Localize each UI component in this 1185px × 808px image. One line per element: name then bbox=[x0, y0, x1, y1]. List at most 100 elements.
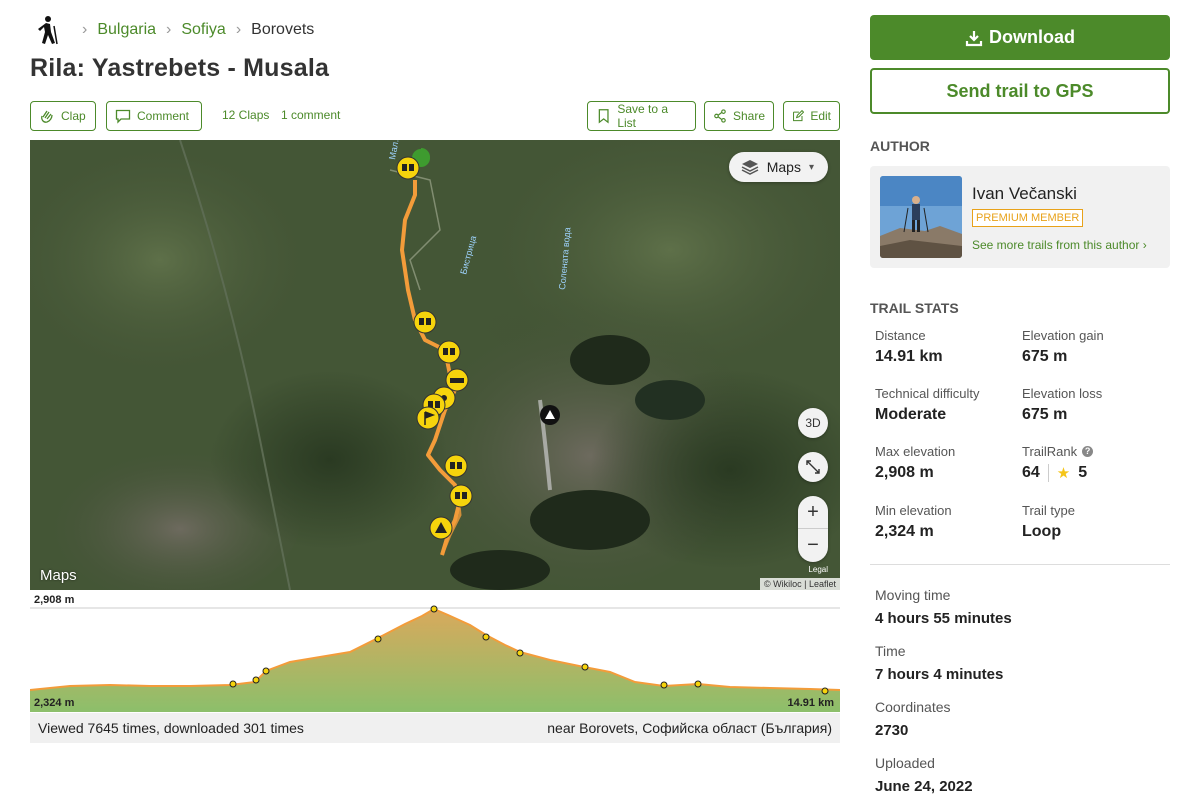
stat-value: 2730 bbox=[875, 722, 909, 739]
divider bbox=[870, 564, 1170, 565]
waypoint-binoculars-icon[interactable] bbox=[396, 156, 420, 180]
comment-label: Comment bbox=[137, 109, 190, 123]
stat-moving-time: Moving time 4 hours 55 minutes bbox=[875, 587, 1012, 627]
apple-maps-logo: Maps bbox=[40, 567, 77, 584]
chevron-right-icon: › bbox=[82, 21, 88, 38]
download-button[interactable]: Download bbox=[870, 15, 1170, 60]
trail-stats-heading: TRAIL STATS bbox=[870, 300, 959, 316]
breadcrumb-bulgaria[interactable]: Bulgaria bbox=[97, 21, 156, 39]
author-photo bbox=[880, 176, 962, 258]
trail-page: › Bulgaria › Sofiya › Borovets Rila: Yas… bbox=[0, 0, 1185, 808]
chevron-right-icon: › bbox=[166, 21, 172, 38]
stat-value: 2,908 m bbox=[875, 464, 934, 481]
3d-toggle-button[interactable]: 3D bbox=[798, 408, 828, 438]
stat-value: 4 hours 55 minutes bbox=[875, 610, 1012, 627]
layers-icon bbox=[741, 160, 759, 175]
help-icon[interactable]: ? bbox=[1082, 446, 1094, 457]
waypoint-flag-icon[interactable] bbox=[416, 406, 440, 430]
map-attribution[interactable]: © Wikiloc | Leaflet bbox=[760, 578, 840, 590]
stat-min-elevation: Min elevation 2,324 m bbox=[875, 503, 952, 541]
send-to-gps-button[interactable]: Send trail to GPS bbox=[870, 68, 1170, 114]
stat-elevation-loss: Elevation loss 675 m bbox=[1022, 386, 1102, 424]
elevation-waypoint bbox=[516, 649, 524, 657]
stat-value: 675 m bbox=[1022, 348, 1068, 365]
elevation-waypoint bbox=[660, 681, 668, 689]
elevation-waypoint bbox=[694, 680, 702, 688]
stat-label: Technical difficulty bbox=[875, 386, 980, 401]
author-card: Ivan Večanski PREMIUM MEMBER See more tr… bbox=[870, 166, 1170, 268]
comment-icon bbox=[115, 109, 131, 124]
hiker-icon bbox=[38, 16, 58, 45]
waypoint-lodge-icon[interactable] bbox=[445, 368, 469, 392]
legal-link[interactable]: Legal bbox=[808, 565, 828, 574]
trailrank-number: 64 bbox=[1022, 464, 1040, 481]
waypoint-binoculars-icon[interactable] bbox=[444, 454, 468, 478]
author-trails-link[interactable]: See more trails from this author › bbox=[972, 238, 1147, 252]
peak-marker-icon[interactable] bbox=[540, 405, 560, 425]
elevation-waypoint bbox=[229, 680, 237, 688]
apple-maps-label: Maps bbox=[40, 567, 77, 584]
share-label: Share bbox=[732, 109, 765, 123]
elevation-waypoint bbox=[821, 687, 829, 695]
trail-meta-bar: Viewed 7645 times, downloaded 301 times … bbox=[30, 713, 840, 743]
waypoint-binoculars-icon[interactable] bbox=[449, 484, 473, 508]
zoom-control: + − bbox=[798, 496, 828, 562]
zoom-in-button[interactable]: + bbox=[798, 496, 828, 529]
share-button[interactable]: Share bbox=[704, 101, 774, 131]
stat-label: Moving time bbox=[875, 587, 951, 603]
elevation-profile[interactable]: 2,908 m 2,324 m 14.91 km bbox=[30, 590, 840, 712]
chevron-down-icon: ▾ bbox=[808, 161, 814, 173]
stat-label: Uploaded bbox=[875, 755, 935, 771]
stat-distance: Distance 14.91 km bbox=[875, 328, 943, 366]
waypoint-binoculars-icon[interactable] bbox=[437, 340, 461, 364]
trail-map[interactable]: Мал... Бистрица Солената вода Maps ▾ 3D … bbox=[30, 140, 840, 590]
trailrank-value: 64 ★ 5 bbox=[1022, 464, 1093, 482]
clap-button[interactable]: Clap bbox=[30, 101, 96, 131]
satellite-terrain: Мал... Бистрица Солената вода bbox=[30, 140, 840, 590]
page-title: Rila: Yastrebets - Musala bbox=[30, 54, 330, 82]
expand-icon bbox=[806, 460, 820, 474]
avatar[interactable] bbox=[880, 176, 962, 258]
divider bbox=[1047, 464, 1049, 482]
breadcrumb: › Bulgaria › Sofiya › Borovets bbox=[34, 14, 314, 46]
fullscreen-button[interactable] bbox=[798, 452, 828, 482]
views-text: Viewed 7645 times, downloaded 301 times bbox=[38, 720, 304, 736]
star-icon: ★ bbox=[1056, 465, 1071, 482]
premium-badge: PREMIUM MEMBER bbox=[972, 209, 1084, 227]
stat-coordinates: Coordinates 2730 bbox=[875, 699, 951, 739]
bookmark-icon bbox=[598, 109, 609, 124]
rating-value: 5 bbox=[1078, 464, 1088, 481]
stat-trail-type: Trail type Loop bbox=[1022, 503, 1075, 541]
author-name[interactable]: Ivan Večanski bbox=[972, 184, 1077, 204]
edit-button[interactable]: Edit bbox=[783, 101, 840, 131]
breadcrumb-sofiya[interactable]: Sofiya bbox=[181, 21, 225, 39]
trailrank-label: TrailRank bbox=[1022, 444, 1078, 459]
stat-time: Time 7 hours 4 minutes bbox=[875, 643, 1003, 683]
elevation-chart bbox=[30, 605, 840, 712]
comments-count-link[interactable]: 1 comment bbox=[281, 108, 340, 122]
stat-label: Trail type bbox=[1022, 503, 1075, 518]
zoom-out-button[interactable]: − bbox=[798, 529, 828, 562]
stat-label: Elevation loss bbox=[1022, 386, 1103, 401]
stat-value: 14.91 km bbox=[875, 348, 943, 365]
clap-label: Clap bbox=[61, 109, 86, 123]
near-location-text: near Borovets, Софийска област (България… bbox=[547, 720, 832, 736]
waypoint-binoculars-icon[interactable] bbox=[413, 310, 437, 334]
stat-difficulty: Technical difficulty Moderate bbox=[875, 386, 980, 424]
claps-count-link[interactable]: 12 Claps bbox=[222, 108, 269, 122]
elevation-waypoint bbox=[482, 633, 490, 641]
elevation-waypoint bbox=[262, 667, 270, 675]
comment-button[interactable]: Comment bbox=[106, 101, 202, 131]
elevation-max-label: 2,908 m bbox=[34, 594, 75, 606]
map-layers-button[interactable]: Maps ▾ bbox=[728, 152, 828, 182]
clap-icon bbox=[41, 110, 53, 123]
stat-value: 675 m bbox=[1022, 406, 1068, 423]
share-icon bbox=[714, 109, 726, 123]
download-label: Download bbox=[989, 27, 1075, 47]
stat-value: 7 hours 4 minutes bbox=[875, 666, 1004, 683]
elevation-distance-label: 14.91 km bbox=[787, 697, 834, 709]
save-to-list-button[interactable]: Save to a List bbox=[587, 101, 696, 131]
stat-label: Max elevation bbox=[875, 444, 956, 459]
waypoint-summit-icon[interactable] bbox=[429, 516, 453, 540]
stat-trailrank: TrailRank ? 64 ★ 5 bbox=[1022, 444, 1094, 482]
